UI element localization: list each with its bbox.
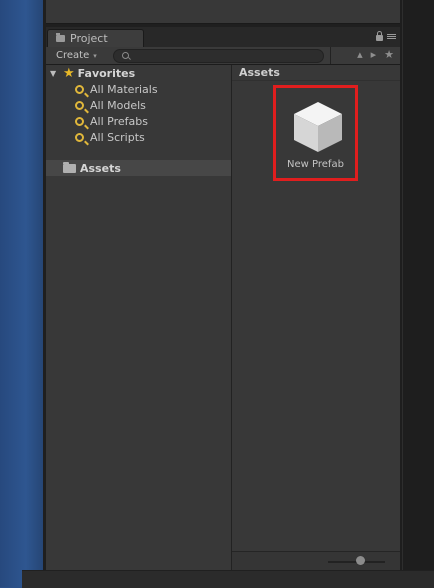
favorite-item[interactable]: All Materials (75, 81, 158, 97)
favorites-label: Favorites (77, 66, 136, 80)
favorite-star-icon[interactable]: ★ (384, 48, 394, 61)
project-toolbar: Create ▾ ▴ ▸ ★ (46, 47, 400, 65)
tab-label: Project (70, 32, 108, 45)
saved-search-icon (75, 84, 84, 94)
favorite-item-label: All Materials (90, 82, 158, 96)
chevron-down-icon: ▾ (93, 51, 97, 60)
assets-footer (232, 551, 400, 571)
bottom-strip (22, 570, 434, 588)
filter-by-type-icon[interactable]: ▴ (357, 48, 363, 61)
expand-triangle-icon[interactable]: ▼ (50, 69, 60, 78)
create-label: Create (56, 50, 90, 61)
tree-footer (46, 551, 231, 570)
folder-tree-pane: ▼ ★ Favorites All Materials All Models A… (46, 65, 231, 570)
assets-label: Assets (80, 161, 121, 175)
lock-icon[interactable] (376, 31, 383, 41)
toolbar-divider (330, 47, 331, 64)
tree-item-assets[interactable]: Assets (46, 160, 231, 176)
tab-bar: Project (46, 27, 400, 47)
tab-menu-icon[interactable] (387, 34, 396, 39)
folder-icon (63, 161, 76, 173)
search-icon (122, 52, 129, 59)
favorite-item[interactable]: All Models (75, 97, 146, 113)
tab-project[interactable]: Project (47, 29, 144, 47)
asset-label: New Prefab (287, 159, 344, 170)
assets-breadcrumb: Assets (232, 65, 400, 81)
asset-item[interactable]: New Prefab (273, 85, 358, 181)
saved-search-icon (75, 116, 84, 126)
favorite-item-label: All Scripts (90, 130, 145, 144)
toolbar-filters: ▴ ▸ ★ (357, 48, 394, 61)
create-button[interactable]: Create ▾ (52, 48, 101, 63)
upper-panel (46, 0, 400, 24)
star-icon: ★ (63, 65, 75, 81)
assets-content-pane: Assets New Prefab (232, 65, 400, 570)
prefab-cube-icon (294, 102, 342, 152)
saved-search-icon (75, 100, 84, 110)
filter-by-label-icon[interactable]: ▸ (371, 48, 377, 61)
saved-search-icon (75, 132, 84, 142)
search-input[interactable] (113, 49, 324, 63)
favorite-item-label: All Models (90, 98, 146, 112)
scene-background (0, 0, 43, 587)
favorite-item-label: All Prefabs (90, 114, 148, 128)
breadcrumb-label[interactable]: Assets (239, 66, 280, 79)
slider-handle[interactable] (356, 556, 365, 565)
window-edge (400, 0, 434, 587)
favorites-row[interactable]: ▼ ★ Favorites (50, 65, 135, 81)
favorite-item[interactable]: All Prefabs (75, 113, 148, 129)
tab-controls (376, 31, 396, 41)
folder-icon (56, 33, 65, 42)
favorite-item[interactable]: All Scripts (75, 129, 145, 145)
